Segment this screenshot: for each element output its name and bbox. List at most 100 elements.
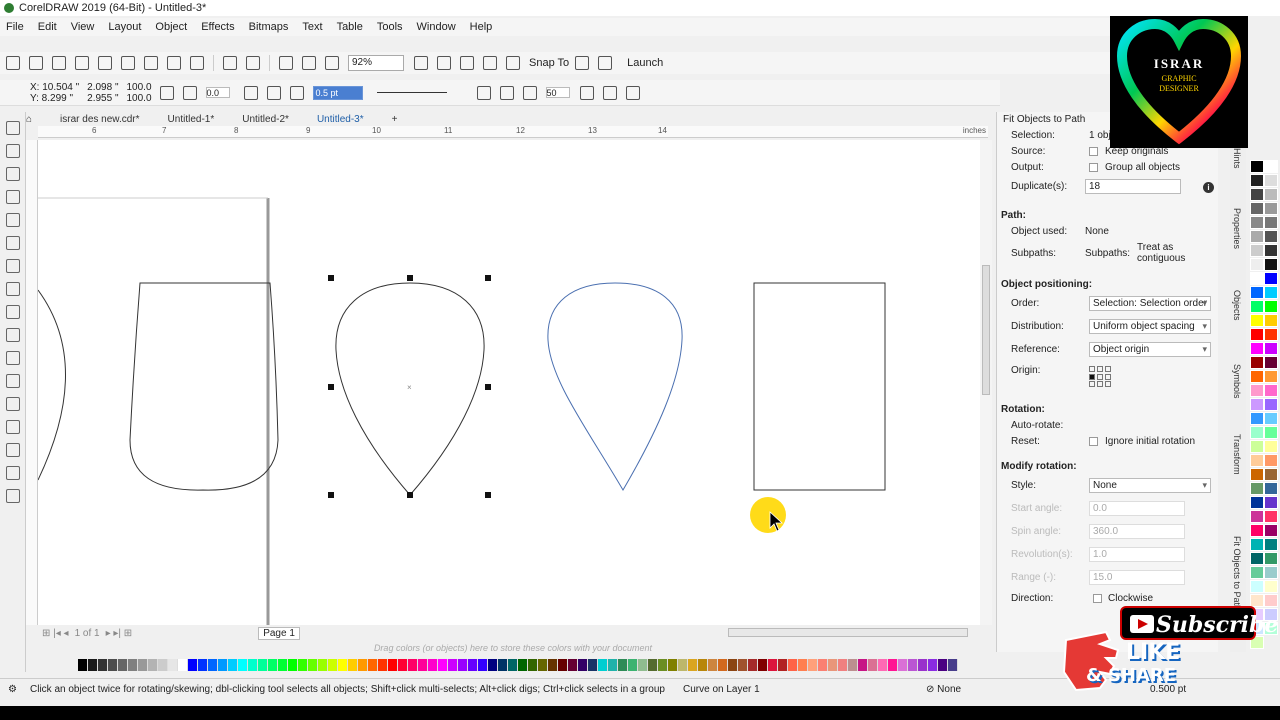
undo-icon[interactable] — [223, 56, 237, 70]
color-swatch[interactable] — [608, 659, 618, 671]
group-all-checkbox[interactable] — [1089, 163, 1098, 172]
color-swatch[interactable] — [748, 659, 758, 671]
color-swatch[interactable] — [518, 659, 528, 671]
color-swatch[interactable] — [868, 659, 878, 671]
y-position-field[interactable]: Y: 8.299 " — [30, 93, 79, 104]
color-swatch[interactable] — [878, 659, 888, 671]
guidelines-icon[interactable] — [483, 56, 497, 70]
side-color-swatch[interactable] — [1250, 510, 1264, 523]
side-color-swatch[interactable] — [1264, 188, 1278, 201]
color-swatch[interactable] — [228, 659, 238, 671]
color-swatch[interactable] — [348, 659, 358, 671]
eyedropper-icon[interactable] — [6, 443, 20, 457]
color-swatch[interactable] — [828, 659, 838, 671]
snap-icon[interactable] — [506, 56, 520, 70]
color-swatch[interactable] — [728, 659, 738, 671]
color-swatch[interactable] — [848, 659, 858, 671]
color-swatch[interactable] — [418, 659, 428, 671]
menu-effects[interactable]: Effects — [201, 21, 234, 33]
menu-tools[interactable]: Tools — [377, 21, 403, 33]
color-swatch[interactable] — [78, 659, 88, 671]
mirror-vertical-icon[interactable] — [266, 85, 281, 100]
color-swatch[interactable] — [428, 659, 438, 671]
x-position-field[interactable]: X: 10.504 " — [30, 82, 79, 93]
color-swatch[interactable] — [368, 659, 378, 671]
color-swatch[interactable] — [338, 659, 348, 671]
text-wrap-icon[interactable] — [625, 85, 640, 100]
crop-tool-icon[interactable] — [6, 167, 20, 181]
side-color-swatch[interactable] — [1264, 272, 1278, 285]
side-color-swatch[interactable] — [1264, 314, 1278, 327]
color-swatch[interactable] — [948, 659, 958, 671]
vertical-scroll-thumb[interactable] — [982, 265, 990, 395]
side-color-swatch[interactable] — [1250, 454, 1264, 467]
color-swatch[interactable] — [838, 659, 848, 671]
options-gear-icon[interactable] — [575, 56, 590, 70]
home-tab-icon[interactable]: ⌂ — [26, 114, 32, 125]
line-style-select[interactable] — [376, 92, 447, 93]
vertical-ruler[interactable] — [26, 140, 38, 625]
start-arrowhead-icon[interactable] — [476, 85, 491, 100]
save-icon[interactable] — [52, 56, 66, 70]
side-color-swatch[interactable] — [1250, 384, 1264, 397]
side-color-swatch[interactable] — [1250, 552, 1264, 565]
side-color-swatch[interactable] — [1264, 174, 1278, 187]
side-color-swatch[interactable] — [1250, 272, 1264, 285]
color-swatch[interactable] — [268, 659, 278, 671]
origin-selector[interactable] — [1089, 366, 1115, 388]
subscribe-badge[interactable]: Subscribe — [1120, 606, 1278, 640]
side-color-swatch[interactable] — [1264, 566, 1278, 579]
launch-icon[interactable] — [598, 56, 613, 70]
end-arrowhead-icon[interactable] — [499, 85, 514, 100]
side-color-swatch[interactable] — [1264, 510, 1278, 523]
reduce-nodes-icon[interactable] — [602, 85, 617, 100]
menu-help[interactable]: Help — [470, 21, 493, 33]
side-color-swatch[interactable] — [1250, 468, 1264, 481]
color-swatch[interactable] — [188, 659, 198, 671]
color-swatch[interactable] — [208, 659, 218, 671]
side-color-swatch[interactable] — [1250, 244, 1264, 257]
color-swatch[interactable] — [528, 659, 538, 671]
side-color-swatch[interactable] — [1264, 426, 1278, 439]
side-color-swatch[interactable] — [1250, 216, 1264, 229]
color-swatch[interactable] — [708, 659, 718, 671]
color-swatch[interactable] — [478, 659, 488, 671]
side-color-swatch[interactable] — [1250, 160, 1264, 173]
add-tool-icon[interactable] — [6, 489, 20, 503]
horizontal-ruler[interactable]: 6 7 8 9 10 11 12 13 14 inches — [38, 126, 988, 138]
color-swatch[interactable] — [178, 659, 188, 671]
keep-originals-checkbox[interactable] — [1089, 147, 1098, 156]
doc-tab-untitled-3[interactable]: Untitled-3* — [317, 114, 364, 125]
color-swatch[interactable] — [378, 659, 388, 671]
color-swatch[interactable] — [638, 659, 648, 671]
side-color-swatch[interactable] — [1250, 412, 1264, 425]
color-swatch[interactable] — [158, 659, 168, 671]
polygon-tool-icon[interactable] — [6, 305, 20, 319]
smoothing-field[interactable]: 50 — [545, 87, 570, 98]
shape-tool-icon[interactable] — [6, 144, 20, 158]
style-select[interactable]: None — [1089, 478, 1211, 493]
new-doc-icon[interactable] — [6, 56, 20, 70]
color-swatch[interactable] — [738, 659, 748, 671]
outline-width-select[interactable]: 0.5 pt — [312, 85, 363, 100]
color-swatch[interactable] — [698, 659, 708, 671]
freehand-tool-icon[interactable] — [6, 213, 20, 227]
side-color-swatch[interactable] — [1264, 258, 1278, 271]
pick-tool-icon[interactable] — [6, 121, 20, 135]
menu-view[interactable]: View — [71, 21, 95, 33]
side-color-swatch[interactable] — [1250, 286, 1264, 299]
color-swatch[interactable] — [198, 659, 208, 671]
color-swatch[interactable] — [498, 659, 508, 671]
color-swatch[interactable] — [278, 659, 288, 671]
side-color-swatch[interactable] — [1264, 580, 1278, 593]
color-swatch[interactable] — [468, 659, 478, 671]
zoom-tool-icon[interactable] — [6, 190, 20, 204]
menu-bitmaps[interactable]: Bitmaps — [249, 21, 289, 33]
ignore-rotation-checkbox[interactable] — [1089, 437, 1098, 446]
color-swatch[interactable] — [388, 659, 398, 671]
color-swatch[interactable] — [328, 659, 338, 671]
menu-table[interactable]: Table — [337, 21, 363, 33]
color-swatch[interactable] — [98, 659, 108, 671]
horizontal-scrollbar[interactable] — [728, 628, 968, 637]
side-color-swatch[interactable] — [1264, 440, 1278, 453]
